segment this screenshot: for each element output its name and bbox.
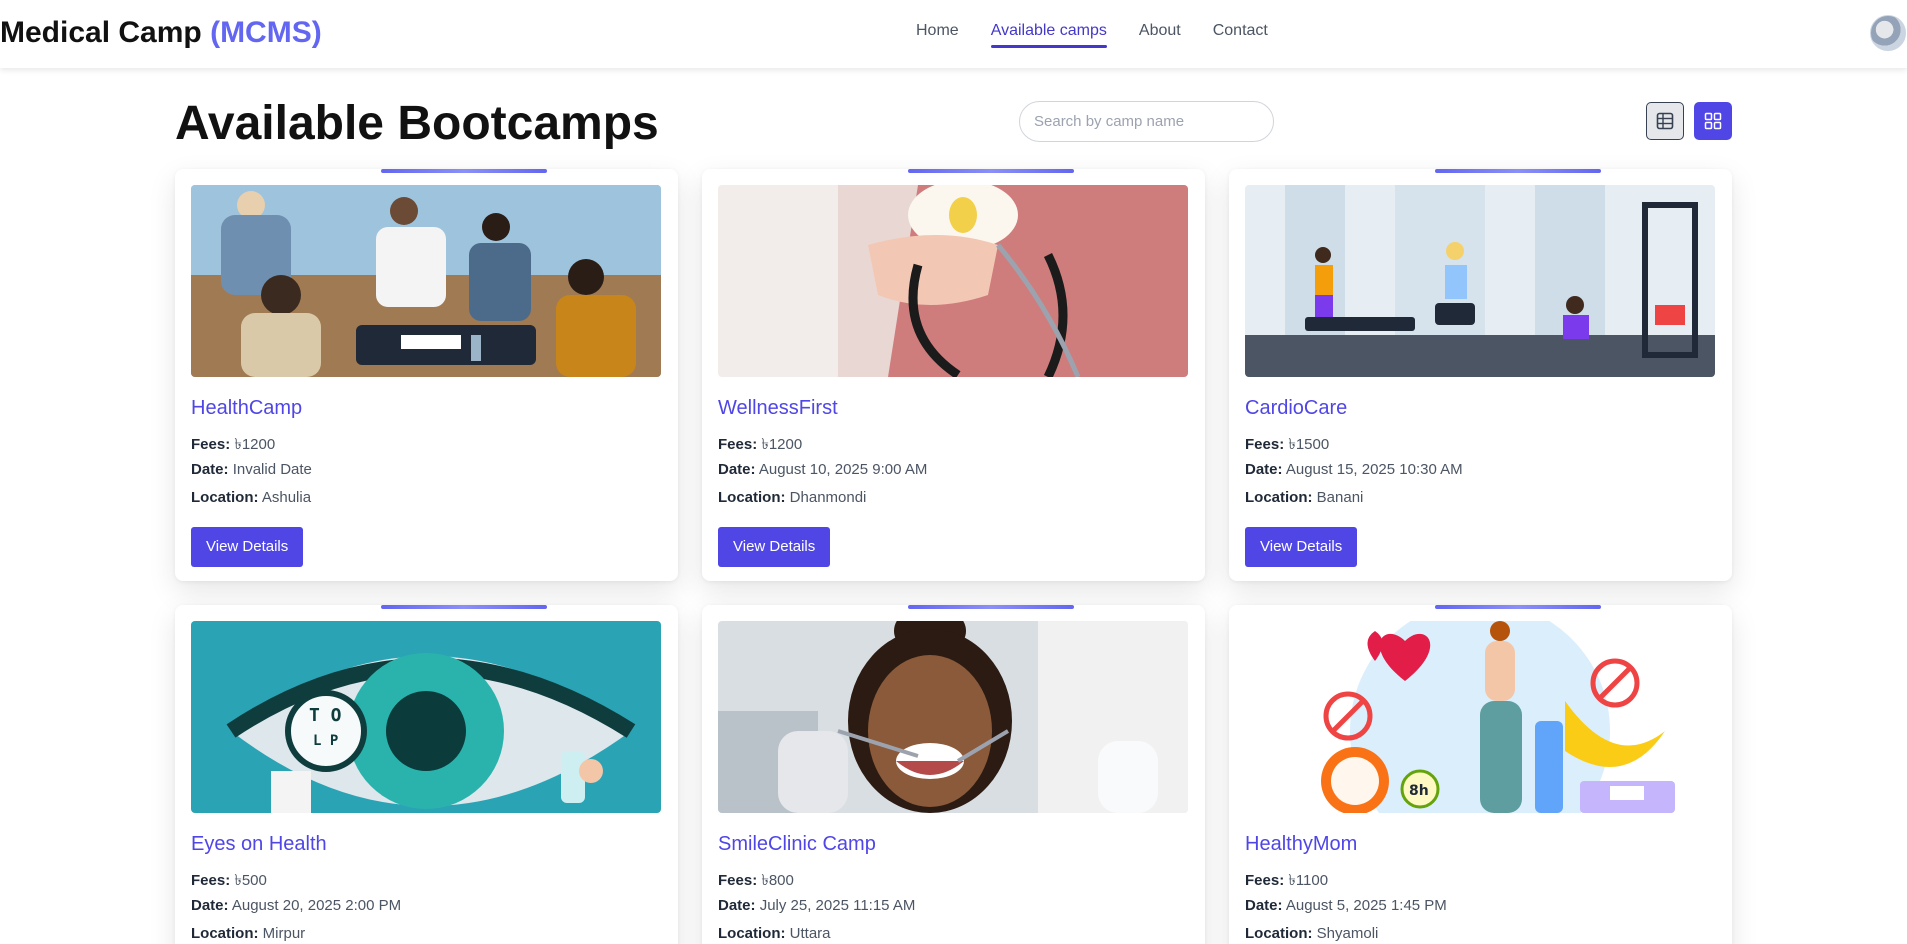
- camp-name[interactable]: Eyes on Health: [191, 833, 327, 856]
- navbar: Medical Camp (MCMS) Home Available camps…: [0, 0, 1907, 68]
- camp-date: Date: Invalid Date: [191, 461, 312, 478]
- camp-date: Date: August 10, 2025 9:00 AM: [718, 461, 928, 478]
- camp-card: HealthCamp Fees: ৳1200 Date: Invalid Dat…: [175, 169, 678, 581]
- card-accent-bar: [381, 169, 547, 173]
- camp-fees: Fees: ৳1100: [1245, 872, 1329, 889]
- camp-date: Date: July 25, 2025 11:15 AM: [718, 897, 916, 914]
- camp-location: Location: Mirpur: [191, 925, 306, 942]
- camp-card: 8h HealthyMom Fees: ৳1100 Date: August 5…: [1229, 605, 1732, 944]
- camp-location: Location: Banani: [1245, 489, 1364, 506]
- brand-abbr: (MCMS): [210, 16, 322, 49]
- user-avatar[interactable]: [1870, 15, 1906, 51]
- search-input[interactable]: [1020, 102, 1273, 141]
- view-details-button[interactable]: View Details: [191, 527, 304, 567]
- stethoscope-photo: [718, 185, 1188, 377]
- brand-logo[interactable]: Medical Camp (MCMS): [0, 16, 322, 50]
- camp-name[interactable]: SmileClinic Camp: [718, 833, 876, 856]
- camp-fees: Fees: ৳1200: [718, 436, 803, 453]
- camp-location: Location: Dhanmondi: [718, 489, 867, 506]
- camp-card: WellnessFirst Fees: ৳1200 Date: August 1…: [702, 169, 1205, 581]
- camp-date: Date: August 15, 2025 10:30 AM: [1245, 461, 1463, 478]
- camp-fees: Fees: ৳1200: [191, 436, 276, 453]
- camp-name[interactable]: HealthCamp: [191, 397, 302, 420]
- camp-date: Date: August 5, 2025 1:45 PM: [1245, 897, 1447, 914]
- camp-name[interactable]: HealthyMom: [1245, 833, 1357, 856]
- camp-name[interactable]: WellnessFirst: [718, 397, 838, 420]
- view-details-button[interactable]: View Details: [1245, 527, 1358, 567]
- card-accent-bar: [381, 605, 547, 609]
- brand-name: Medical Camp: [0, 16, 202, 49]
- svg-text:L P: L P: [313, 733, 338, 749]
- grid-view-icon: [1704, 112, 1722, 130]
- camp-location: Location: Ashulia: [191, 489, 312, 506]
- card-accent-bar: [908, 605, 1074, 609]
- wellness-illustration: 8h: [1245, 621, 1715, 813]
- table-view-button[interactable]: [1646, 102, 1684, 140]
- card-accent-bar: [1435, 169, 1601, 173]
- health-camp-photo: [191, 185, 661, 377]
- card-accent-bar: [908, 169, 1074, 173]
- nav-available-camps[interactable]: Available camps: [990, 22, 1108, 48]
- camp-card: CardioCare Fees: ৳1500 Date: August 15, …: [1229, 169, 1732, 581]
- table-view-icon: [1656, 112, 1674, 130]
- camp-fees: Fees: ৳500: [191, 872, 267, 889]
- nav-contact[interactable]: Contact: [1213, 22, 1268, 44]
- svg-text:T O: T O: [309, 705, 342, 726]
- camp-date: Date: August 20, 2025 2:00 PM: [191, 897, 402, 914]
- nav-links: Home Available camps About Contact: [916, 22, 1268, 48]
- camp-location: Location: Uttara: [718, 925, 831, 942]
- page-title: Available Bootcamps: [175, 97, 659, 150]
- svg-text:8h: 8h: [1409, 783, 1429, 799]
- gym-illustration: [1245, 185, 1715, 377]
- grid-view-button[interactable]: [1694, 102, 1732, 140]
- camp-name[interactable]: CardioCare: [1245, 397, 1347, 420]
- camp-card: SmileClinic Camp Fees: ৳800 Date: July 2…: [702, 605, 1205, 944]
- search-box: [1019, 101, 1274, 142]
- camp-card: T O L P Eyes on Health Fees: ৳500 Date: …: [175, 605, 678, 944]
- eye-illustration: T O L P: [191, 621, 661, 813]
- nav-about[interactable]: About: [1139, 22, 1181, 44]
- view-details-button[interactable]: View Details: [718, 527, 831, 567]
- camp-fees: Fees: ৳1500: [1245, 436, 1330, 453]
- card-accent-bar: [1435, 605, 1601, 609]
- camp-fees: Fees: ৳800: [718, 872, 794, 889]
- nav-home[interactable]: Home: [916, 22, 959, 44]
- camp-location: Location: Shyamoli: [1245, 925, 1379, 942]
- dental-photo: [718, 621, 1188, 813]
